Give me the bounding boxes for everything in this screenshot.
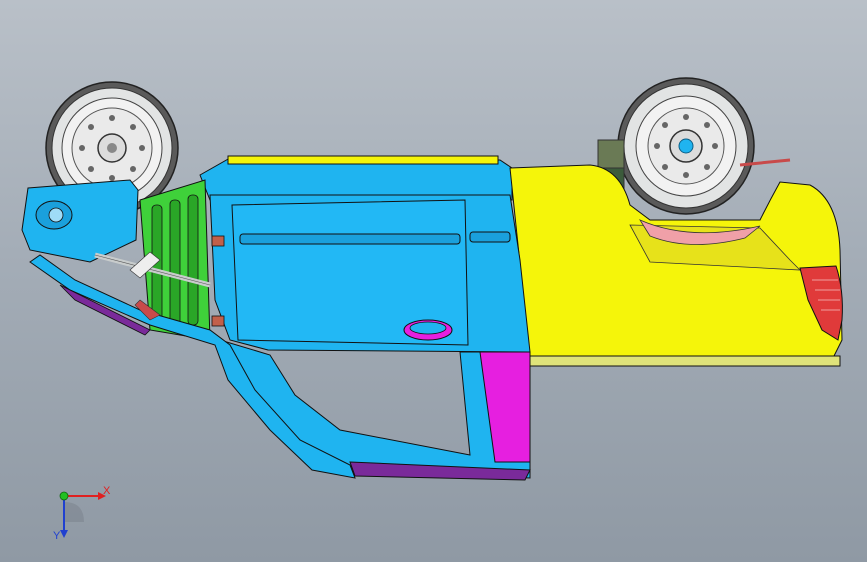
- rear-wheel[interactable]: [617, 77, 755, 215]
- vehicle-model[interactable]: [0, 0, 867, 562]
- rear-bumper-strip: [529, 355, 841, 367]
- roof-rail: [227, 155, 499, 165]
- y-axis-label: Y: [53, 530, 61, 542]
- cad-viewport[interactable]: X Y: [0, 0, 867, 562]
- rocker-strip: [469, 231, 511, 243]
- door-molding: [239, 233, 461, 245]
- coordinate-triad[interactable]: X Y: [44, 478, 114, 548]
- x-axis-label: X: [103, 485, 111, 497]
